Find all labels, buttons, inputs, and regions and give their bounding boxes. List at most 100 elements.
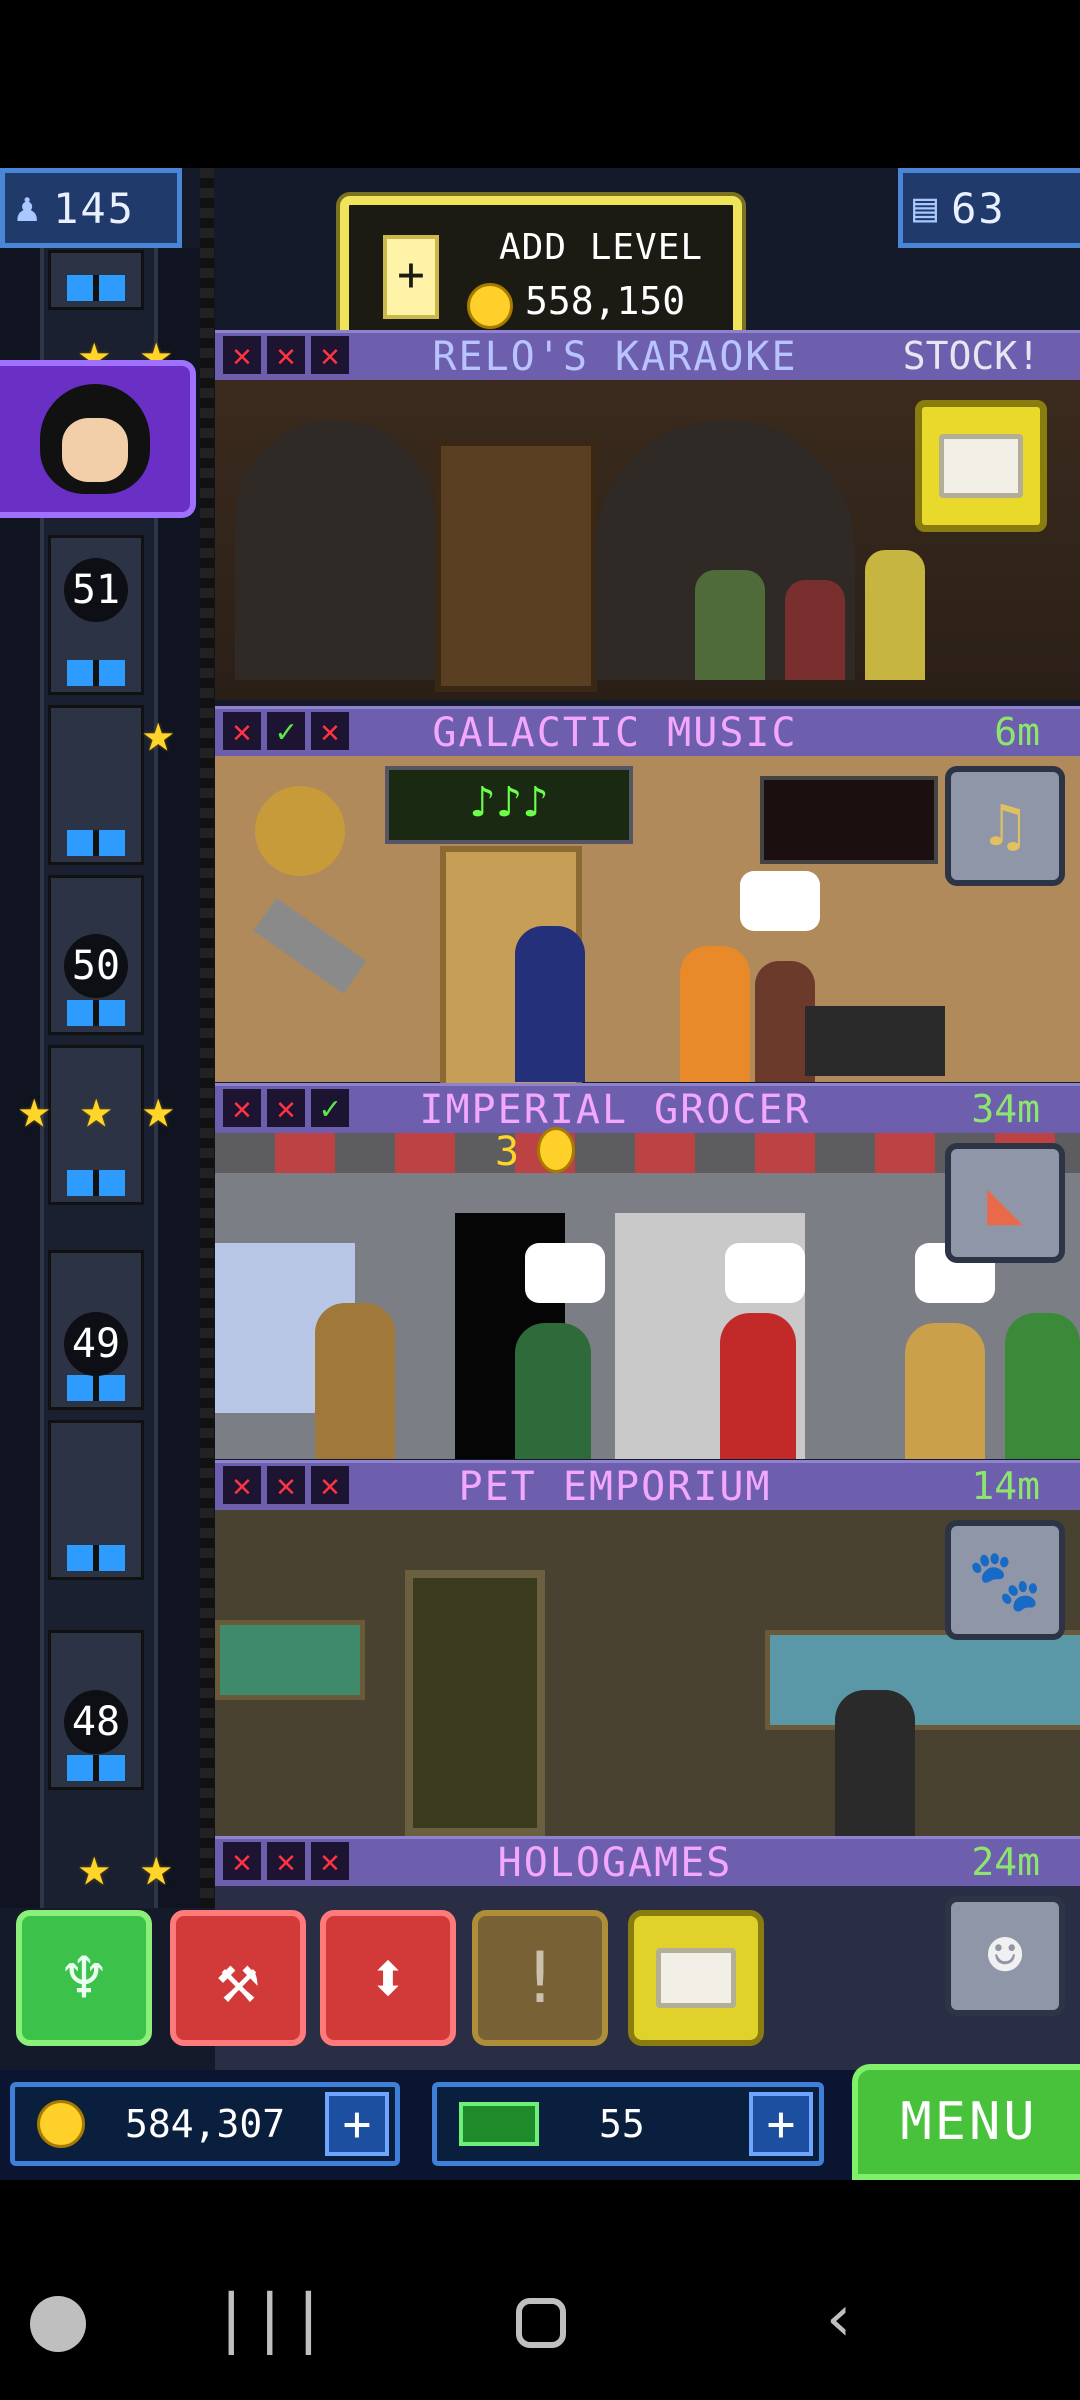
- elevator-floor-number: 48: [64, 1690, 128, 1754]
- floor-marks: ✕ ✕ ✓: [223, 1089, 349, 1127]
- pet-icon: 🐾: [967, 1545, 1043, 1616]
- bitizen[interactable]: [695, 570, 765, 680]
- stock-box-icon: [656, 1948, 736, 2008]
- led-display: [760, 776, 938, 864]
- elevator-car[interactable]: [48, 705, 144, 865]
- mark-icon: ✕: [267, 1466, 305, 1504]
- menu-button[interactable]: MENU: [852, 2064, 1080, 2180]
- mark-icon: ✕: [223, 712, 261, 750]
- buy-coins-button[interactable]: +: [325, 2092, 389, 2156]
- building-icon: ▤: [913, 185, 938, 231]
- elevator-floor-number: 51: [64, 558, 128, 622]
- holo-icon: ☻: [986, 1921, 1024, 1991]
- restock-box-button[interactable]: [915, 400, 1047, 532]
- buy-bux-button[interactable]: +: [749, 2092, 813, 2156]
- alert-button[interactable]: !: [472, 1910, 608, 2046]
- bux-wallet[interactable]: 55 +: [432, 2082, 824, 2166]
- box-icon: [939, 434, 1023, 498]
- add-level-label: ADD LEVEL: [499, 227, 704, 268]
- stock-all-button[interactable]: [628, 1910, 764, 2046]
- floor-stock-status: STOCK!: [902, 334, 1040, 378]
- restock-item-button[interactable]: ◣: [945, 1143, 1065, 1263]
- bitizen[interactable]: [905, 1323, 985, 1459]
- add-floor-icon: +: [383, 235, 439, 319]
- elevator-shaft-edge: [200, 168, 214, 1908]
- star-icon: ★: [80, 1077, 113, 1140]
- bitizen[interactable]: [720, 1313, 796, 1459]
- room-arch: [235, 420, 435, 680]
- amp-equipment: [805, 1006, 945, 1076]
- bux-value: 55: [599, 2102, 645, 2146]
- mark-icon: ✕: [267, 1089, 305, 1127]
- aquarium: [765, 1630, 1080, 1730]
- build-button[interactable]: ⚒: [170, 1910, 306, 2046]
- speech-bubble: [525, 1243, 605, 1303]
- bitizen[interactable]: [515, 1323, 591, 1459]
- restock-item-button[interactable]: 🐾: [945, 1520, 1065, 1640]
- bitizen-avatar[interactable]: [0, 360, 196, 518]
- elevator-car[interactable]: [48, 250, 144, 310]
- recent-apps-icon[interactable]: |||: [212, 2282, 328, 2356]
- bitizen[interactable]: [785, 580, 845, 680]
- population-counter[interactable]: ♟ 145: [0, 168, 182, 248]
- bitizen[interactable]: [515, 926, 585, 1082]
- room-door: [435, 440, 597, 692]
- star-icon: ★: [78, 1835, 111, 1898]
- floor-timer: 34m: [971, 1087, 1040, 1131]
- star-icon: ★: [142, 1077, 175, 1140]
- mark-icon: ✕: [223, 336, 261, 374]
- bitizen[interactable]: [680, 946, 750, 1082]
- floor-timer: 24m: [971, 1840, 1040, 1884]
- coin-icon: [37, 2100, 85, 2148]
- game-launcher-icon[interactable]: [30, 2296, 86, 2352]
- coin-counter: 3: [495, 1129, 520, 1175]
- bitizen[interactable]: [835, 1690, 915, 1836]
- floor-pet-emporium[interactable]: ✕ ✕ ✕ PET EMPORIUM 14m 🐾: [215, 1460, 1080, 1836]
- speech-bubble: [725, 1243, 805, 1303]
- restock-item-button[interactable]: ☻: [945, 1896, 1065, 2016]
- add-level-cost: 558,150: [525, 279, 686, 323]
- floor-name: PET EMPORIUM: [458, 1464, 772, 1510]
- avatar-face: [40, 384, 150, 494]
- mark-icon: ✕: [223, 1089, 261, 1127]
- elevator-car[interactable]: [48, 1420, 144, 1580]
- elevator-button[interactable]: ⬍: [320, 1910, 456, 2046]
- mark-icon: ✕: [223, 1842, 261, 1880]
- music-sign: ♪♪♪: [385, 766, 633, 844]
- floor-karaoke[interactable]: ✕ ✕ ✕ RELO'S KARAOKE STOCK!: [215, 330, 1080, 700]
- vip-button[interactable]: ♆: [16, 1910, 152, 2046]
- floor-timer: 6m: [994, 710, 1040, 754]
- status-bar-area: [0, 0, 1080, 168]
- aquarium: [215, 1620, 365, 1700]
- floor-name: IMPERIAL GROCER: [419, 1087, 811, 1133]
- star-icon: ★: [142, 701, 175, 764]
- coin-icon: [467, 283, 513, 329]
- vip-icon: ♆: [62, 1937, 106, 2019]
- floors-value: 63: [951, 183, 1006, 233]
- floor-imperial-grocer[interactable]: ✕ ✕ ✓ IMPERIAL GROCER 34m 3 ◣: [215, 1083, 1080, 1459]
- coin-icon[interactable]: [537, 1127, 575, 1173]
- person-icon: ♟: [15, 185, 40, 231]
- system-nav-bar: [0, 2180, 1080, 2400]
- back-icon[interactable]: ‹: [820, 2282, 859, 2356]
- floor-marks: ✕ ✓ ✕: [223, 712, 349, 750]
- restock-item-button[interactable]: ♫: [945, 766, 1065, 886]
- floor-galactic-music[interactable]: ✕ ✓ ✕ GALACTIC MUSIC 6m ♪♪♪ ♫: [215, 706, 1080, 1094]
- floors-counter[interactable]: ▤ 63: [898, 168, 1080, 248]
- floor-name: HOLOGAMES: [497, 1840, 733, 1886]
- bitizen[interactable]: [315, 1303, 395, 1459]
- coins-wallet[interactable]: 584,307 +: [10, 2082, 400, 2166]
- mark-icon: ✓: [267, 712, 305, 750]
- bitizen[interactable]: [1005, 1313, 1080, 1459]
- bitizen[interactable]: [865, 550, 925, 680]
- mark-icon: ✕: [267, 336, 305, 374]
- home-icon[interactable]: [516, 2298, 566, 2348]
- star-icon: ★: [140, 1835, 173, 1898]
- population-value: 145: [53, 183, 135, 233]
- mark-icon: ✕: [267, 1842, 305, 1880]
- alert-icon: !: [518, 1937, 562, 2019]
- floor-marks: ✕ ✕ ✕: [223, 1842, 349, 1880]
- bux-icon: [459, 2102, 539, 2146]
- build-hammer-icon: ⚒: [216, 1937, 260, 2019]
- floor-name: RELO'S KARAOKE: [432, 334, 798, 380]
